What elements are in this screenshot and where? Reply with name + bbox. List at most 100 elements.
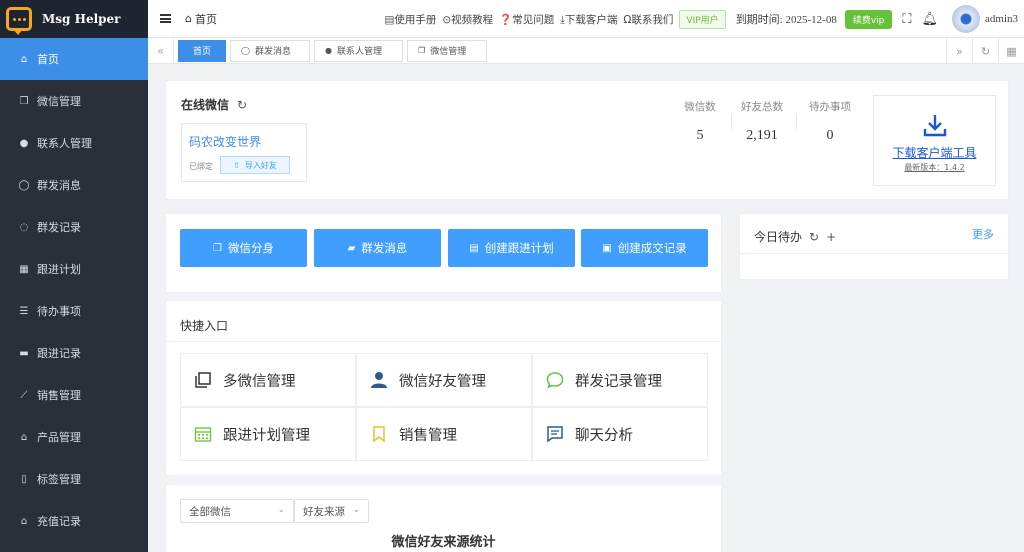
play-icon: ⊙ (442, 13, 452, 26)
video-tutorial-link[interactable]: ⊙视频教程 (442, 12, 493, 27)
sidebar-item-products[interactable]: ⌂ 产品管理 (0, 416, 148, 458)
home-icon: ⌂ (185, 12, 192, 25)
quick-label: 销售管理 (399, 427, 457, 444)
tab-label: 联系人管理 (337, 47, 383, 57)
quick-entry-title: 快捷入口 (180, 319, 229, 333)
copy-icon: ❐ (418, 46, 426, 55)
sidebar-item-label: 待办事项 (37, 305, 81, 318)
sidebar-item-label: 微信管理 (37, 95, 81, 108)
document-icon: ▤ (469, 242, 479, 254)
chart-line-icon: ⟋ (20, 389, 28, 401)
contact-us-link[interactable]: Ω联系我们 (623, 12, 673, 27)
breadcrumb-item[interactable]: 首页 (195, 11, 217, 27)
menu-toggle-icon[interactable] (160, 14, 171, 23)
sidebar-item-contacts[interactable]: ● 联系人管理 (0, 122, 148, 164)
receipt-icon: ▣ (602, 242, 612, 254)
sidebar-item-label: 销售管理 (37, 389, 81, 402)
wechat-select[interactable]: 全部微信 ⌄ (180, 499, 294, 523)
stat-todo-count: 待办事项 0 (800, 99, 860, 144)
bank-icon: ⌂ (20, 431, 28, 443)
breadcrumb: ⌂ 首页 (185, 11, 217, 27)
more-link[interactable]: 更多 (972, 226, 994, 242)
faq-link[interactable]: ❓常见问题 (499, 12, 554, 27)
username[interactable]: admin3 (985, 13, 1018, 25)
download-client-box[interactable]: 下载客户端工具 最新版本：1.4.2 (873, 95, 996, 186)
action-buttons-card: ❐ 微信分身 ▰ 群发消息 ▤ 创建跟进计划 ▣ 创建成交记录 (165, 213, 722, 293)
button-label: 群发消息 (361, 241, 408, 255)
bell-icon[interactable]: 🔔︎ (921, 12, 938, 27)
download-label: 下载客户端 (564, 13, 618, 26)
tab-wechat-manage[interactable]: ❐ 微信管理 (407, 39, 488, 62)
quick-multi-wechat[interactable]: 多微信管理 (180, 353, 356, 407)
tab-home[interactable]: 首页 (178, 39, 227, 62)
app-logo[interactable]: Msg Helper (0, 0, 148, 38)
stat-label: 微信数 (684, 101, 716, 113)
refresh-icon[interactable]: ↻ (809, 230, 819, 244)
source-select[interactable]: 好友来源 ⌄ (294, 499, 369, 523)
quick-entry-card: 快捷入口 多微信管理 微信好友管理 群发记录管理 跟进计划管理 销售管理 聊天分… (165, 300, 722, 476)
wechat-account-name[interactable]: 码农改变世界 (189, 133, 261, 150)
sidebar-item-home[interactable]: ⌂ 首页 (0, 38, 148, 80)
quick-mass-records[interactable]: 群发记录管理 (532, 353, 708, 407)
tab-contacts[interactable]: ● 联系人管理 (314, 39, 404, 62)
sidebar-item-follow-records[interactable]: ▬ 跟进记录 (0, 332, 148, 374)
fullscreen-icon[interactable]: ⛶ (902, 12, 911, 27)
quick-label: 跟进计划管理 (223, 427, 310, 444)
sidebar-item-mass-records[interactable]: ◌ 群发记录 (0, 206, 148, 248)
sidebar-item-label: 跟进计划 (37, 263, 81, 276)
sidebar-item-sales[interactable]: ⟋ 销售管理 (0, 374, 148, 416)
manual-label: 使用手册 (394, 13, 437, 26)
wechat-clone-button[interactable]: ❐ 微信分身 (180, 229, 307, 267)
chevron-down-icon: ⌄ (277, 505, 285, 515)
sidebar-item-label: 充值记录 (37, 515, 81, 528)
sidebar-item-wechat-manage[interactable]: ❐ 微信管理 (0, 80, 148, 122)
briefcase-icon: ▬ (19, 347, 29, 359)
create-deal-record-button[interactable]: ▣ 创建成交记录 (581, 229, 708, 267)
tabs-scroll-left-icon[interactable]: « (148, 37, 174, 64)
wechat-account-box: 码农改变世界 已绑定 ⇧ 导入好友 (181, 123, 307, 182)
user-icon: ● (325, 46, 332, 55)
sidebar-item-tags[interactable]: ▯ 标签管理 (0, 458, 148, 500)
quick-friend-manage[interactable]: 微信好友管理 (356, 353, 532, 407)
user-icon: ● (19, 137, 29, 149)
refresh-icon[interactable]: ↻ (237, 98, 247, 112)
download-client-link[interactable]: 下载客户端工具 (874, 144, 995, 161)
renew-vip-button[interactable]: 续费vip (844, 9, 893, 29)
select-value: 好友来源 (303, 505, 345, 518)
grid-menu-icon[interactable]: ▦ (998, 38, 1024, 64)
refresh-icon[interactable]: ↻ (972, 38, 998, 64)
avatar[interactable] (952, 5, 980, 33)
friend-source-card: 全部微信 ⌄ 好友来源 ⌄ 微信好友来源统计 (165, 484, 722, 552)
top-header: ⌂ 首页 ▤使用手册 ⊙视频教程 ❓常见问题 ⤓下载客户端 Ω联系我们 VIP用… (148, 0, 1024, 38)
faq-label: 常见问题 (512, 13, 555, 26)
import-friends-button[interactable]: ⇧ 导入好友 (220, 156, 290, 174)
plus-icon[interactable]: + (826, 230, 836, 244)
button-label: 创建跟进计划 (484, 241, 554, 255)
create-follow-plan-button[interactable]: ▤ 创建跟进计划 (448, 229, 575, 267)
quick-sales-manage[interactable]: 销售管理 (356, 407, 532, 461)
tabs-scroll-right-icon[interactable]: » (946, 38, 972, 64)
online-wechat-title: 在线微信 ↻ (181, 96, 247, 113)
mass-message-button[interactable]: ▰ 群发消息 (314, 229, 441, 267)
calendar-icon (193, 424, 213, 444)
quick-label: 多微信管理 (223, 373, 296, 390)
copy-icon: ❐ (213, 242, 222, 254)
chat-bubble-icon: ◯ (18, 179, 30, 191)
tab-mass-message[interactable]: ◯ 群发消息 (230, 39, 311, 62)
quick-follow-plan[interactable]: 跟进计划管理 (180, 407, 356, 461)
download-client-link[interactable]: ⤓下载客户端 (560, 12, 617, 27)
latest-version[interactable]: 最新版本：1.4.2 (874, 162, 995, 173)
sidebar-item-label: 首页 (37, 53, 59, 66)
sidebar-item-follow-plan[interactable]: ▦ 跟进计划 (0, 248, 148, 290)
video-label: 视频教程 (451, 13, 494, 26)
sidebar-item-recharge[interactable]: ⌂ 充值记录 (0, 500, 148, 542)
quick-chat-analysis[interactable]: 聊天分析 (532, 407, 708, 461)
sidebar-item-mass-message[interactable]: ◯ 群发消息 (0, 164, 148, 206)
sidebar-item-todo[interactable]: ☰ 待办事项 (0, 290, 148, 332)
manual-link[interactable]: ▤使用手册 (384, 12, 436, 27)
sidebar-item-label: 群发记录 (37, 221, 81, 234)
today-todo-card: 今日待办 ↻ + 更多 (739, 213, 1009, 280)
list-icon: ☰ (19, 305, 29, 317)
divider (166, 341, 721, 342)
message-icon (545, 424, 565, 444)
